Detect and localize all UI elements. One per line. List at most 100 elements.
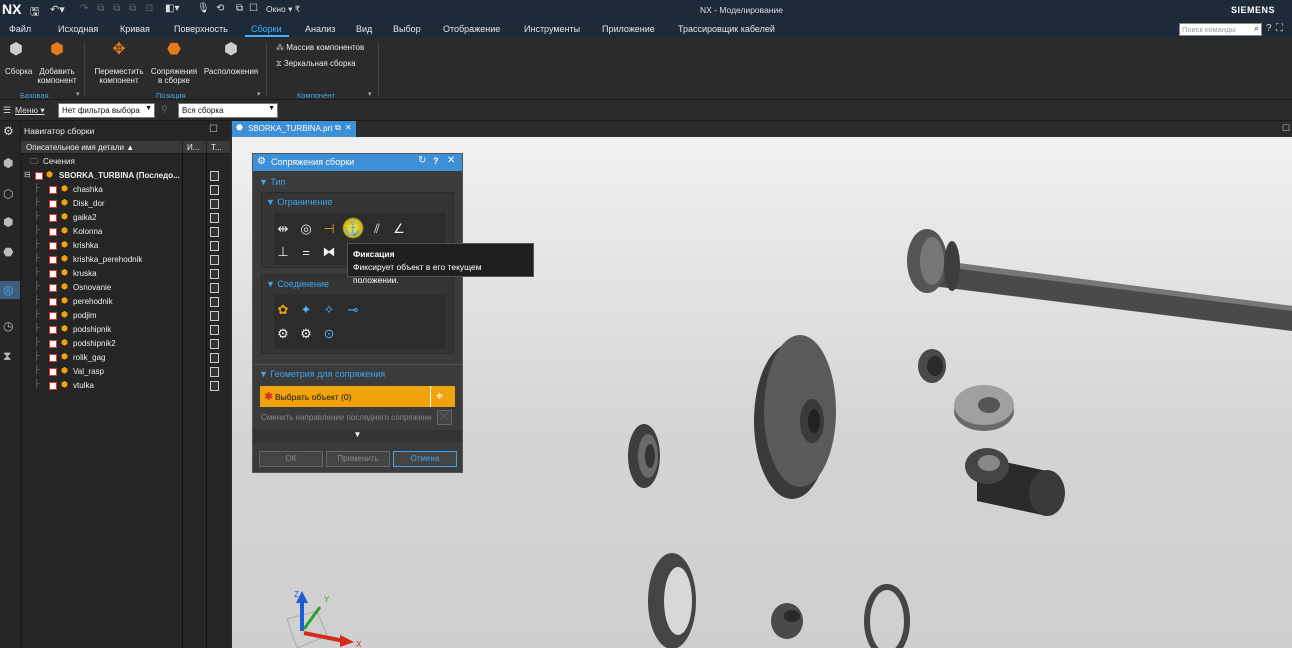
assembly-button[interactable]: ⬢ Сборка: [5, 42, 32, 77]
window-icon[interactable]: ⧉: [236, 3, 243, 14]
item-checkbox[interactable]: [49, 284, 57, 292]
menu-selection[interactable]: Выбор: [393, 24, 421, 34]
section-geometry[interactable]: ▼ Геометрия для сопряжения: [259, 369, 385, 379]
col-t-header[interactable]: Т...: [211, 143, 222, 152]
section-connection[interactable]: ▼ Соединение: [266, 279, 329, 289]
part-navigator-icon[interactable]: ⬢: [3, 215, 13, 229]
item-checkbox[interactable]: [49, 270, 57, 278]
item-checkbox[interactable]: [49, 242, 57, 250]
menu-analysis[interactable]: Анализ: [305, 24, 335, 34]
tree-item-row[interactable]: ├ ⬢ rolik_gag: [21, 351, 230, 365]
save-icon[interactable]: 🖫: [30, 3, 39, 22]
restore-icon[interactable]: ☐: [1282, 123, 1290, 134]
menu-assemblies[interactable]: Сборки: [251, 24, 282, 34]
item-checkbox[interactable]: [49, 256, 57, 264]
gear-coupling-icon[interactable]: ⚙: [274, 325, 292, 343]
item-checkbox[interactable]: [49, 382, 57, 390]
item-checkbox[interactable]: [49, 326, 57, 334]
more-expander[interactable]: ▼: [253, 430, 462, 442]
help-icon[interactable]: ?: [1266, 23, 1272, 34]
help-icon[interactable]: ?: [433, 156, 439, 166]
component-pattern-button[interactable]: ⁂ Массив компонентов: [276, 43, 364, 52]
bolt-coupling-icon[interactable]: ⚙: [297, 325, 315, 343]
constraint-navigator-icon[interactable]: ⬡: [3, 187, 13, 201]
item-checkbox[interactable]: [49, 228, 57, 236]
menu-display[interactable]: Отображение: [443, 24, 500, 34]
command-search-box[interactable]: Поиск команды ⌕: [1179, 23, 1262, 36]
undo-icon[interactable]: ↶▾: [50, 3, 65, 16]
tree-item-row[interactable]: ├ ⬢ podshipnik: [21, 323, 230, 337]
tree-item-row[interactable]: ├ ⬢ Kolonna: [21, 225, 230, 239]
close-icon[interactable]: ✕: [447, 155, 455, 166]
root-checkbox[interactable]: [35, 172, 43, 180]
tree-item-row[interactable]: ├ ⬢ krishka_perehodnik: [21, 253, 230, 267]
item-checkbox[interactable]: [49, 312, 57, 320]
ok-button[interactable]: ОК: [259, 451, 323, 467]
menu-curve[interactable]: Кривая: [120, 24, 150, 34]
add-component-button[interactable]: ⬢ Добавить компонент: [36, 42, 78, 86]
web-browser-icon[interactable]: ◎: [3, 283, 13, 297]
tab-sborka-turbina[interactable]: ⬣ SBORKA_TURBINA.prt ⧉ ✕: [232, 121, 356, 137]
tree-item-row[interactable]: ├ ⬢ krishka: [21, 239, 230, 253]
dialog-titlebar[interactable]: ⚙ Сопряжения сборки ↻ ? ✕: [253, 154, 462, 171]
point-coupling-icon[interactable]: ⊙: [320, 325, 338, 343]
assembly-constraints-button[interactable]: ⬣ Сопряжения в сборке: [148, 42, 200, 86]
tree-item-row[interactable]: ├ ⬢ podshipnik2: [21, 337, 230, 351]
center-icon[interactable]: ⧓: [320, 243, 338, 261]
mirror-assembly-button[interactable]: ⧖ Зеркальная сборка: [276, 59, 356, 69]
item-checkbox[interactable]: [49, 214, 57, 222]
tree-item-row[interactable]: ├ ⬢ kruska: [21, 267, 230, 281]
tree-item-row[interactable]: ├ ⬢ podjim: [21, 309, 230, 323]
item-checkbox[interactable]: [49, 340, 57, 348]
search-icon[interactable]: ⌕: [1254, 23, 1259, 34]
align-lock-icon[interactable]: ⊥: [274, 243, 292, 261]
cable-joint-icon[interactable]: ✧: [320, 301, 338, 319]
group-position-expand-icon[interactable]: ▾: [257, 90, 261, 98]
col-name-header[interactable]: Описательное имя детали ▲: [26, 143, 134, 152]
window-checkbox-icon[interactable]: ☐: [249, 3, 258, 14]
window-menu[interactable]: Окно ▾ ₹: [266, 4, 300, 15]
perpendicular-icon[interactable]: ∠: [390, 220, 408, 238]
crosshair-icon[interactable]: ⌖: [436, 388, 443, 404]
rack-joint-icon[interactable]: ✦: [297, 301, 315, 319]
tree-item-row[interactable]: ├ ⬢ Disk_dor: [21, 197, 230, 211]
item-checkbox[interactable]: [49, 200, 57, 208]
menu-view[interactable]: Вид: [356, 24, 372, 34]
touch-align-icon[interactable]: ⇹: [274, 220, 292, 238]
item-checkbox[interactable]: [49, 368, 57, 376]
reverse-direction-button[interactable]: ⤫: [437, 410, 452, 425]
collapse-icon[interactable]: ⊟: [24, 170, 31, 179]
menu-button[interactable]: Меню ▾: [15, 105, 45, 116]
microphone-icon[interactable]: 🎙: [197, 3, 210, 14]
item-checkbox[interactable]: [49, 354, 57, 362]
roles-icon[interactable]: ⧗: [3, 349, 11, 364]
section-type[interactable]: ▼ Тип: [259, 177, 285, 187]
reset-icon[interactable]: ↻: [418, 155, 426, 166]
distance-icon[interactable]: ⊣: [320, 220, 338, 238]
hamburger-icon[interactable]: ☰: [3, 105, 11, 116]
menu-home[interactable]: Исходная: [58, 24, 98, 34]
tree-item-row[interactable]: ├ ⬢ chashka: [21, 183, 230, 197]
maximize-icon[interactable]: ☐: [209, 124, 218, 135]
group-component-expand-icon[interactable]: ▾: [368, 90, 372, 98]
tree-item-row[interactable]: ├ ⬢ vtulka: [21, 379, 230, 393]
gear-joint-icon[interactable]: ✿: [274, 301, 292, 319]
menu-cable-router[interactable]: Трассировщик кабелей: [678, 24, 775, 34]
type-filter-select[interactable]: Нет фильтра выбора ▼: [58, 103, 155, 118]
item-checkbox[interactable]: [49, 186, 57, 194]
selection-tool-icon[interactable]: ◧▾: [165, 3, 179, 14]
tree-item-row[interactable]: ├ ⬢ perehodnik: [21, 295, 230, 309]
menu-file[interactable]: Файл: [9, 24, 31, 34]
tree-root-row[interactable]: ⊟ ⬢ SBORKA_TURBINA (Последо...: [21, 169, 230, 183]
apply-button[interactable]: Применить: [326, 451, 390, 467]
assembly-navigator-icon[interactable]: ⬢: [3, 156, 13, 170]
menu-surface[interactable]: Поверхность: [174, 24, 228, 34]
scope-select[interactable]: Вся сборка ▼: [178, 103, 278, 118]
fullscreen-icon[interactable]: ⛶: [1276, 23, 1283, 34]
item-checkbox[interactable]: [49, 298, 57, 306]
view-icon[interactable]: ⟲: [216, 3, 224, 14]
cancel-button[interactable]: Отмена: [393, 451, 457, 467]
tab-close-icon[interactable]: ✕: [345, 123, 352, 132]
section-constraint[interactable]: ▼ Ограничение: [266, 197, 332, 207]
tree-item-row[interactable]: ├ ⬢ Osnovanie: [21, 281, 230, 295]
